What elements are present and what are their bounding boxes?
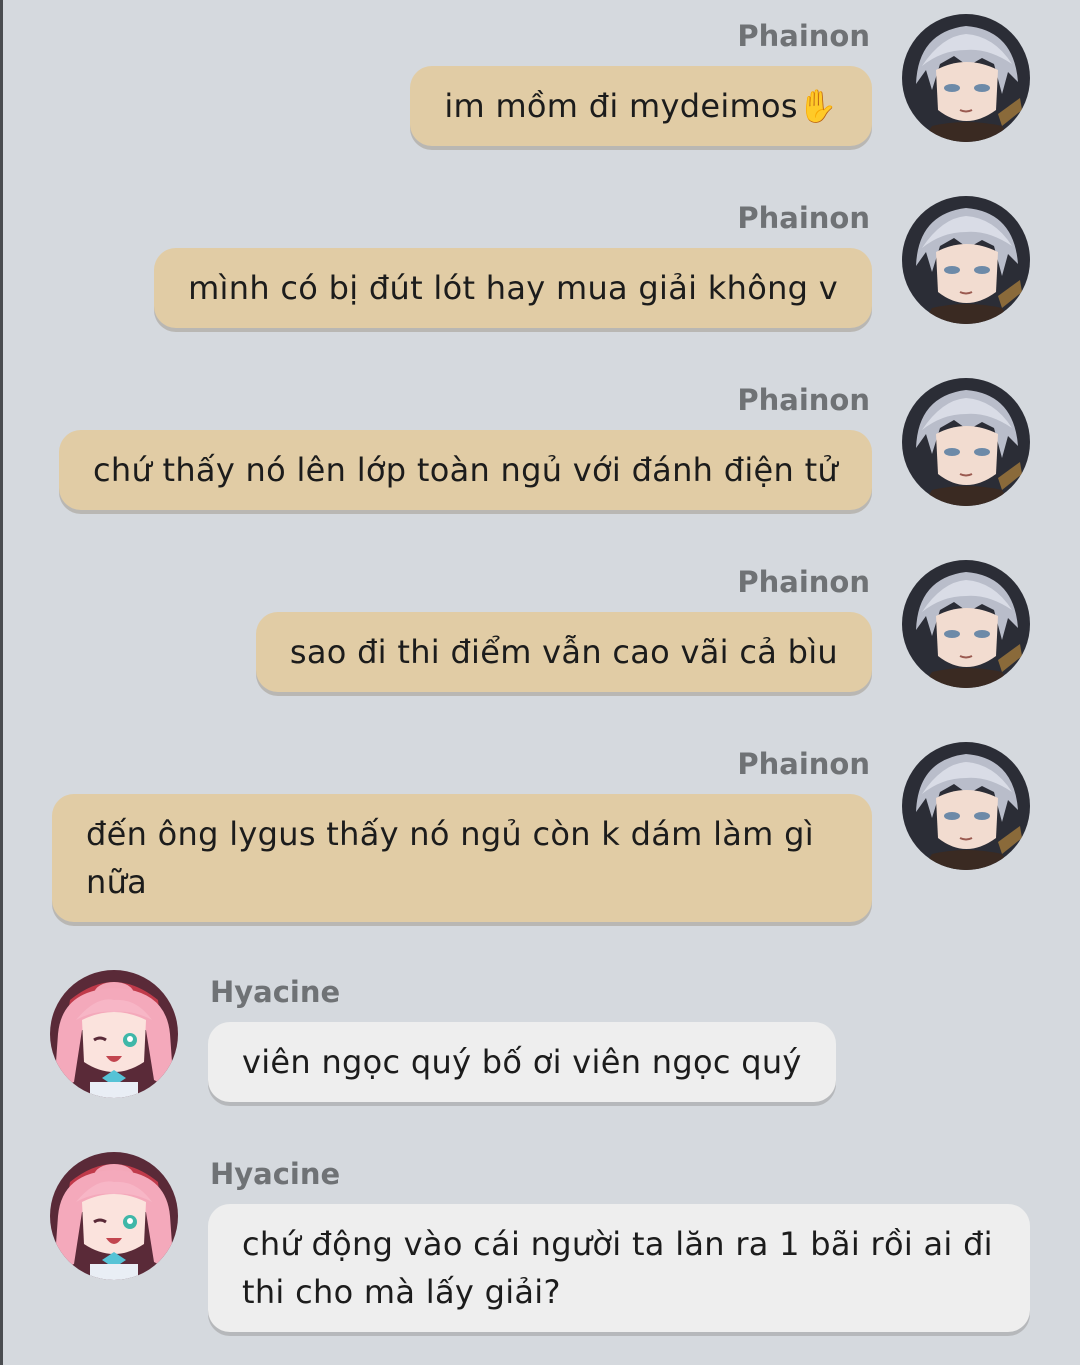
phainon-avatar[interactable] (902, 742, 1030, 870)
sender-name: Hyacine (210, 975, 341, 1009)
message-bubble[interactable]: chứ động vào cái người ta lăn ra 1 bãi r… (208, 1204, 1030, 1332)
hyacine-avatar[interactable] (50, 970, 178, 1098)
message-bubble[interactable]: đến ông lygus thấy nó ngủ còn k dám làm … (52, 794, 872, 922)
sender-name: Phainon (737, 19, 870, 53)
sender-name: Phainon (737, 201, 870, 235)
message-bubble[interactable]: viên ngọc quý bố ơi viên ngọc quý (208, 1022, 836, 1102)
hyacine-avatar[interactable] (50, 1152, 178, 1280)
message-bubble[interactable]: chứ thấy nó lên lớp toàn ngủ với đánh đi… (58, 430, 872, 510)
message-bubble[interactable]: mình có bị đút lót hay mua giải không v (154, 248, 872, 328)
phainon-avatar[interactable] (902, 560, 1030, 688)
message-bubble[interactable]: im mồm đi mydeimos✋ (410, 66, 872, 146)
sender-name: Phainon (737, 747, 870, 781)
sender-name: Phainon (737, 565, 870, 599)
phainon-avatar[interactable] (902, 378, 1030, 506)
chat-log: Phainon im mồm đi mydeimos✋ Phainon mình… (0, 0, 1080, 1365)
sender-name: Phainon (737, 383, 870, 417)
phainon-avatar[interactable] (902, 14, 1030, 142)
phainon-avatar[interactable] (902, 196, 1030, 324)
sender-name: Hyacine (210, 1157, 341, 1191)
message-bubble[interactable]: sao đi thi điểm vẫn cao vãi cả bìu (255, 612, 872, 692)
